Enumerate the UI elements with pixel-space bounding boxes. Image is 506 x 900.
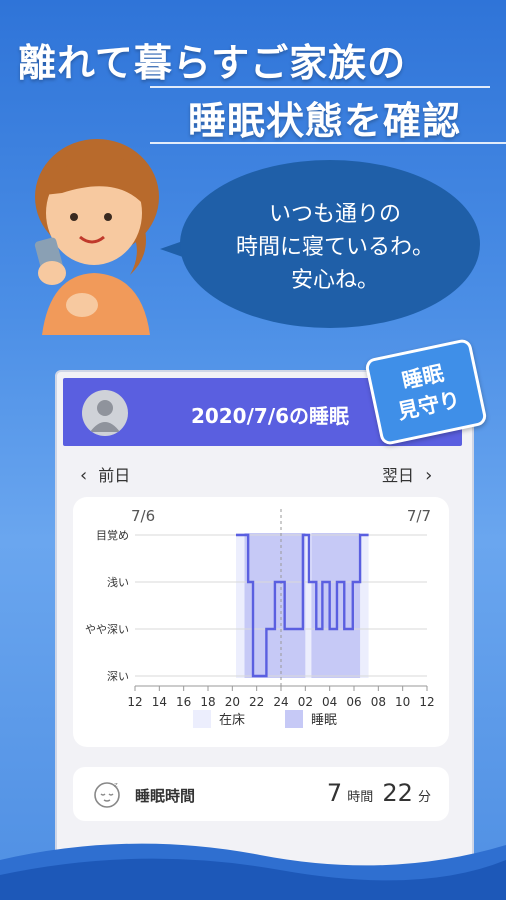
x-tick-label: 14 — [152, 695, 167, 709]
legend-in-bed-label: 在床 — [219, 713, 245, 728]
sleeping-face-icon: z — [94, 781, 120, 808]
decorative-wave — [0, 843, 506, 900]
speech-line-1: いつも通りの — [268, 202, 401, 227]
x-tick-label: 12 — [127, 695, 142, 709]
chart-date-left: 7/6 — [131, 507, 155, 525]
prev-day-label: 前日 — [98, 466, 131, 485]
x-tick-label: 06 — [346, 695, 361, 709]
x-tick-label: 10 — [395, 695, 410, 709]
chevron-left-icon: ‹ — [80, 465, 88, 486]
chevron-right-icon: › — [425, 465, 433, 486]
user-avatar-icon[interactable] — [82, 390, 128, 436]
x-tick-label: 02 — [298, 695, 313, 709]
x-tick-label: 08 — [371, 695, 386, 709]
headline-line-2: 睡眠状態を確認 — [188, 99, 462, 143]
speech-line-3: 安心ね。 — [290, 268, 379, 293]
x-tick-label: 04 — [322, 695, 337, 709]
chart-date-right: 7/7 — [407, 507, 431, 525]
y-level-label: 浅い — [107, 576, 129, 589]
next-day-label: 翌日 — [382, 466, 415, 485]
sleep-minutes: 22 — [382, 779, 413, 807]
sleep-duration-label: 睡眠時間 — [135, 787, 196, 805]
x-tick-label: 20 — [225, 695, 240, 709]
x-tick-label: 24 — [273, 695, 288, 709]
x-tick-label: 16 — [176, 695, 191, 709]
svg-text:z: z — [114, 781, 118, 789]
legend-in-bed-swatch — [193, 710, 211, 728]
headline-underline — [150, 142, 506, 144]
sleep-depth-chart: 目覚め浅いやや深い深い 12 14 16 18 20 22 24 02 04 06 08 10 12 7/6… — [85, 507, 435, 728]
page-title: 2020/7/6の睡眠 — [190, 404, 350, 428]
prev-day-button[interactable]: ‹ 前日 — [80, 462, 130, 486]
hours-unit: 時間 — [347, 790, 374, 805]
x-tick-label: 22 — [249, 695, 264, 709]
speech-bubble-text: いつも通りの 時間に寝ているわ。 安心ね。 — [190, 198, 480, 297]
sleep-duration-value: 7 時間 22 分 — [327, 779, 431, 807]
legend-sleep-swatch — [285, 710, 303, 728]
y-level-label: 深い — [107, 670, 129, 683]
headline-line-1: 離れて暮らすご家族の — [18, 41, 407, 85]
woman-on-phone-illustration — [34, 139, 159, 335]
next-day-button[interactable]: 翌日 › — [382, 462, 432, 486]
minutes-unit: 分 — [417, 790, 431, 805]
headline-underline — [150, 86, 490, 88]
sleep-hours: 7 — [326, 779, 343, 807]
sleep-duration-card: z 睡眠時間 7 時間 22 分 — [73, 767, 449, 821]
x-tick-label: 18 — [200, 695, 215, 709]
y-level-label: 目覚め — [96, 529, 129, 542]
legend-sleep-label: 睡眠 — [311, 713, 337, 728]
x-tick-label: 12 — [419, 695, 434, 709]
y-level-label: やや深い — [85, 623, 129, 636]
speech-line-2: 時間に寝ているわ。 — [235, 235, 434, 260]
